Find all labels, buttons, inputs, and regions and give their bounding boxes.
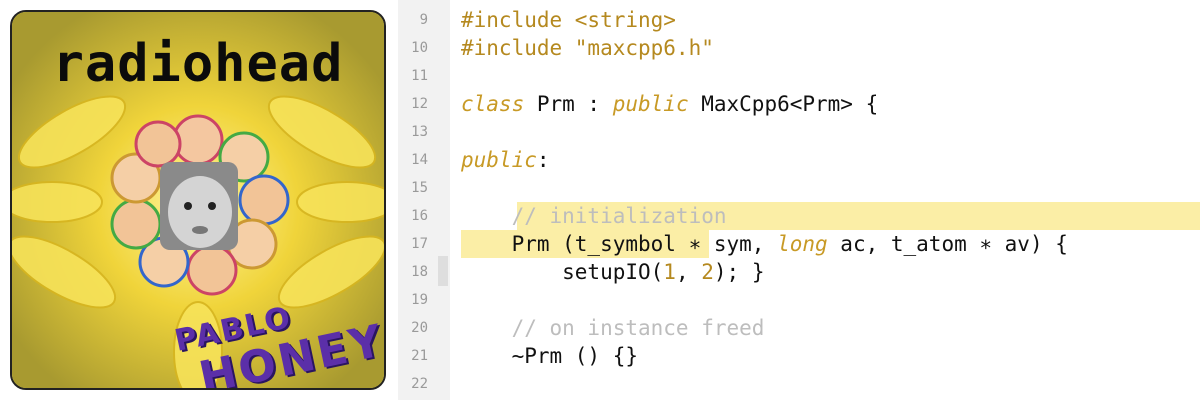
code-token: // initialization [461, 204, 727, 228]
line-number: 17 [411, 236, 428, 252]
line-code[interactable]: #include <string> [461, 6, 676, 34]
code-line[interactable]: 14 public: [398, 146, 1200, 174]
code-line[interactable]: 10 #include "maxcpp6.h" [398, 34, 1200, 62]
code-editor[interactable]: 9 #include <string> 10 #include "maxcpp6.h"… [398, 0, 1200, 400]
code-line[interactable]: 13 [398, 118, 1200, 146]
code-token: public [612, 92, 689, 116]
line-code[interactable]: ~Prm () {} [461, 342, 638, 370]
code-token: , [675, 260, 702, 284]
line-number: 20 [411, 320, 428, 336]
code-token: #include <string> [461, 8, 676, 32]
line-number: 16 [411, 208, 428, 224]
line-code[interactable]: public: [461, 146, 550, 174]
line-code[interactable]: Prm (t_symbol ∗ sym, long ac, t_atom ∗ a… [461, 230, 1068, 258]
code-token: ac, t_atom ∗ av) { [827, 232, 1068, 256]
line-code[interactable]: // on instance freed [461, 314, 765, 342]
code-token: MaxCpp6<Prm> { [688, 92, 879, 116]
line-number: 22 [411, 376, 428, 392]
line-code[interactable]: class Prm : public MaxCpp6<Prm> { [461, 90, 878, 118]
code-token: ~Prm () {} [461, 344, 639, 368]
line-number: 10 [411, 40, 428, 56]
code-line[interactable]: 21 ~Prm () {} [398, 342, 1200, 370]
code-line[interactable]: 15 [398, 174, 1200, 202]
line-number: 19 [411, 292, 428, 308]
code-token: class [461, 92, 525, 116]
code-token: 2 [701, 260, 714, 284]
line-number: 13 [411, 124, 428, 140]
band-name: radiohead [52, 34, 344, 94]
line-number: 15 [411, 180, 428, 196]
code-token: public [461, 148, 537, 172]
line-number: 9 [419, 12, 428, 28]
code-line[interactable]: 16 // initialization [398, 202, 1200, 230]
code-token: long [777, 232, 828, 256]
line-code[interactable]: setupIO(1, 2); } [461, 258, 764, 286]
code-line[interactable]: 11 [398, 62, 1200, 90]
code-line[interactable]: 18 setupIO(1, 2); } [398, 258, 1200, 286]
line-number: 14 [411, 152, 428, 168]
code-token: ); } [713, 260, 765, 284]
code-line[interactable]: 9 #include <string> [398, 6, 1200, 34]
line-code[interactable]: #include "maxcpp6.h" [461, 34, 714, 62]
code-token: 1 [663, 260, 676, 284]
code-token: // on instance freed [461, 316, 765, 340]
line-number: 11 [411, 68, 428, 84]
code-token: Prm (t_symbol ∗ sym, [461, 232, 778, 256]
line-number: 18 [411, 264, 428, 280]
code-token: Prm : [524, 92, 613, 116]
code-token: setupIO( [461, 260, 664, 284]
line-code[interactable]: // initialization [461, 202, 727, 230]
line-number: 21 [411, 348, 428, 364]
code-line[interactable]: 12 class Prm : public MaxCpp6<Prm> { [398, 90, 1200, 118]
album-cover: radiohead PABLO HONEY [10, 10, 386, 390]
code-line[interactable]: 17 Prm (t_symbol ∗ sym, long ac, t_atom … [398, 230, 1200, 258]
code-token: #include "maxcpp6.h" [461, 36, 714, 60]
code-line[interactable]: 20 // on instance freed [398, 314, 1200, 342]
code-line[interactable]: 19 [398, 286, 1200, 314]
code-token: : [536, 148, 550, 172]
line-number: 12 [411, 96, 428, 112]
code-line[interactable]: 22 [398, 370, 1200, 398]
